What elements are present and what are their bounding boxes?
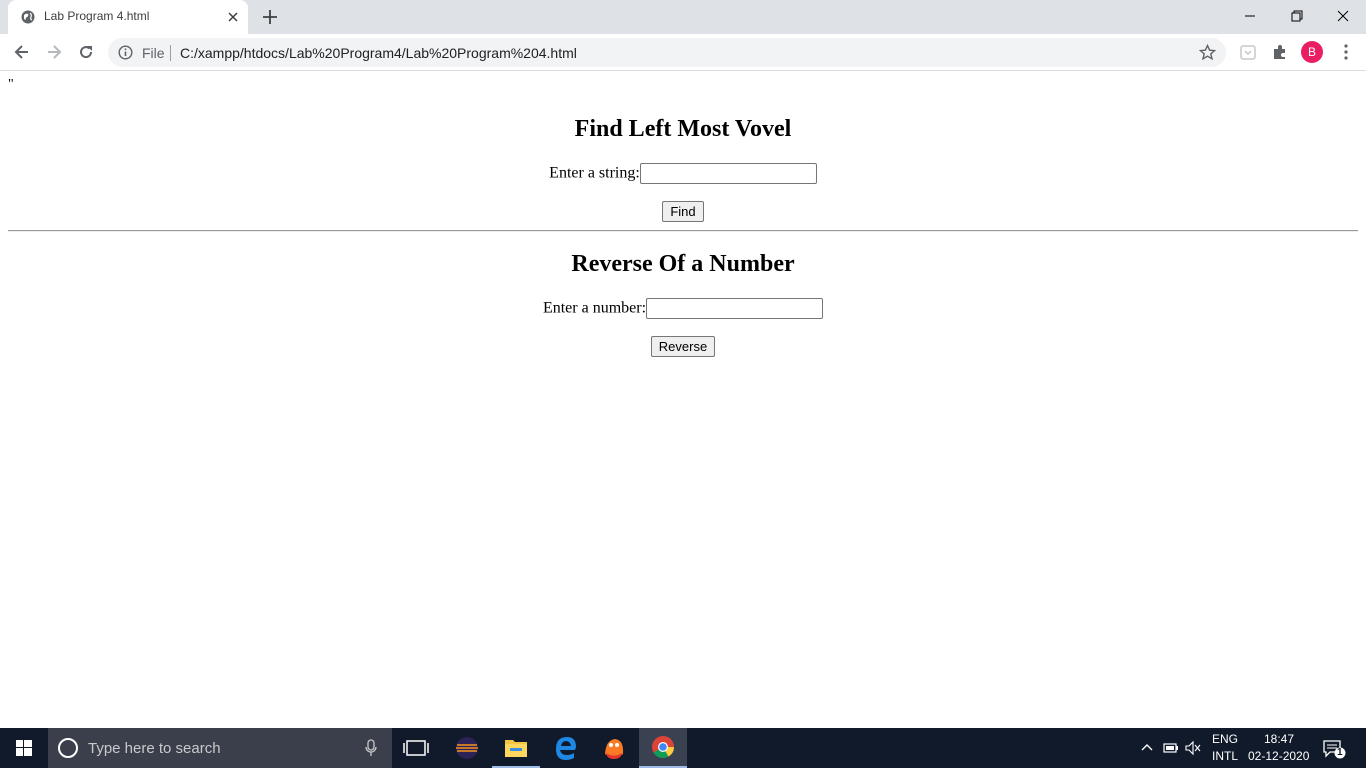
- microphone-icon[interactable]: [364, 739, 378, 757]
- section-divider: [8, 230, 1358, 232]
- close-tab-icon[interactable]: [225, 9, 241, 25]
- tab-title: Lab Program 4.html: [44, 9, 150, 23]
- folder-icon: [505, 740, 527, 757]
- tab-strip: Lab Program 4.html: [0, 0, 1366, 34]
- reverse-heading: Reverse Of a Number: [571, 251, 795, 277]
- taskbar: Type here to search ENG INTL 18:47 02-12…: [0, 728, 1366, 768]
- extensions-puzzle-icon[interactable]: [1270, 42, 1290, 62]
- address-separator: [170, 45, 171, 61]
- browser-toolbar: File C:/xampp/htdocs/Lab%20Program4/Lab%…: [0, 34, 1366, 71]
- address-bar[interactable]: File C:/xampp/htdocs/Lab%20Program4/Lab%…: [108, 38, 1226, 67]
- string-input[interactable]: [639, 163, 817, 184]
- find-button[interactable]: Find: [662, 201, 704, 222]
- number-input[interactable]: [646, 298, 824, 319]
- menu-kebab-icon[interactable]: [1336, 42, 1356, 62]
- minimize-icon[interactable]: [1240, 6, 1260, 26]
- clock-date[interactable]: 02-12-2020: [1248, 749, 1309, 763]
- language-secondary[interactable]: INTL: [1212, 749, 1238, 763]
- edge-browser-icon[interactable]: [541, 728, 589, 768]
- volume-muted-icon[interactable]: [1184, 740, 1202, 756]
- language-primary[interactable]: ENG: [1212, 732, 1238, 746]
- profile-avatar[interactable]: B: [1301, 41, 1323, 63]
- clock-time[interactable]: 18:47: [1264, 732, 1294, 746]
- eclipse-app-icon[interactable]: [443, 728, 491, 768]
- chrome-icon: [652, 736, 674, 758]
- reverse-button[interactable]: Reverse: [650, 336, 716, 357]
- bookmark-star-icon[interactable]: [1199, 44, 1216, 61]
- number-input-label: Enter a number:: [542, 299, 647, 317]
- number-input-row: Enter a number:: [0, 298, 1366, 319]
- chrome-app[interactable]: [639, 728, 687, 768]
- page-content: " Find Left Most Vovel Enter a string: F…: [0, 71, 1366, 728]
- vowel-heading: Find Left Most Vovel: [574, 116, 792, 142]
- globe-icon: [21, 10, 35, 24]
- find-row: Find: [0, 201, 1366, 222]
- cortana-icon: [58, 738, 78, 758]
- search-placeholder: Type here to search: [88, 740, 221, 757]
- show-hidden-icons-chevron-icon[interactable]: [1139, 740, 1155, 756]
- xampp-app-icon[interactable]: [590, 728, 638, 768]
- stray-text: ": [8, 77, 14, 92]
- file-explorer-app[interactable]: [492, 728, 540, 768]
- task-view-icon[interactable]: [392, 728, 440, 768]
- restore-icon[interactable]: [1287, 6, 1307, 26]
- new-tab-icon[interactable]: [261, 8, 279, 26]
- extension-pocket-icon[interactable]: [1238, 42, 1258, 62]
- close-window-icon[interactable]: [1333, 6, 1353, 26]
- browser-tab[interactable]: Lab Program 4.html: [8, 0, 248, 34]
- scheme-label: File: [142, 45, 165, 61]
- reverse-row: Reverse: [0, 336, 1366, 357]
- string-input-row: Enter a string:: [0, 163, 1366, 184]
- notification-count: 1: [1337, 747, 1343, 758]
- info-icon[interactable]: [118, 45, 133, 60]
- windows-start-icon[interactable]: [0, 728, 48, 768]
- taskbar-search[interactable]: Type here to search: [48, 728, 392, 768]
- battery-icon[interactable]: [1162, 740, 1180, 756]
- url-text[interactable]: C:/xampp/htdocs/Lab%20Program4/Lab%20Pro…: [180, 45, 577, 61]
- back-icon[interactable]: [12, 42, 32, 62]
- string-input-label: Enter a string:: [549, 164, 640, 182]
- reload-icon[interactable]: [76, 42, 96, 62]
- forward-icon[interactable]: [44, 42, 64, 62]
